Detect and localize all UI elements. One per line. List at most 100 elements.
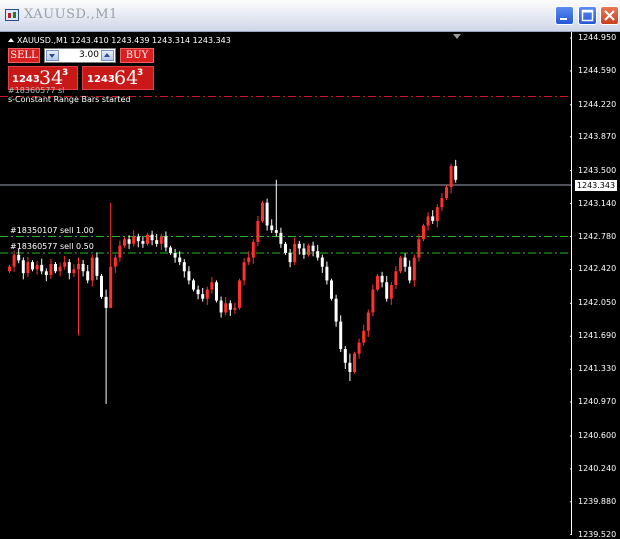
candle-body: [454, 166, 458, 180]
candle-body: [159, 236, 163, 244]
minimize-button[interactable]: [555, 6, 574, 25]
candle-body: [31, 262, 34, 270]
candle-body: [353, 353, 356, 372]
price-tick-label: 1243.140: [578, 198, 617, 208]
candle-body: [44, 271, 48, 275]
current-price-label: 1243.343: [575, 180, 617, 191]
price-tick-label: 1239.520: [578, 529, 617, 539]
candle-body: [210, 282, 214, 290]
candle-body: [408, 266, 412, 281]
lot-size-stepper[interactable]: 3.00: [44, 48, 116, 63]
price-axis[interactable]: 1244.950 1244.590 1244.220 1243.870 1243.500…: [572, 32, 620, 539]
candle-body: [445, 187, 448, 199]
candle-body: [339, 321, 343, 350]
price-tick-label: 1244.220: [578, 99, 617, 109]
candle-body: [118, 245, 122, 258]
bid-price-pips: 34: [39, 67, 64, 89]
candle-body: [40, 264, 44, 272]
candle-body: [284, 243, 287, 253]
candle-body: [394, 271, 398, 285]
candle-body: [399, 257, 402, 272]
candles: [8, 159, 458, 404]
candle-body: [72, 269, 76, 274]
candle-body: [403, 257, 407, 267]
candle-body: [293, 243, 297, 263]
candle-body: [362, 330, 366, 343]
sell-button[interactable]: SELL: [8, 48, 40, 63]
minimize-icon: [560, 18, 567, 20]
candle-body: [242, 262, 246, 281]
ask-price-fraction: 3: [137, 68, 144, 78]
candle-body: [265, 202, 269, 226]
candle-body: [12, 254, 16, 267]
candle-body: [366, 312, 370, 331]
maximize-button[interactable]: [578, 6, 597, 25]
candle-body: [49, 263, 53, 275]
lot-decrease-arrow-icon[interactable]: [46, 50, 59, 61]
candle-body: [100, 275, 103, 297]
candle-body: [261, 202, 264, 221]
sl-message-line: #18360577 sl: [8, 86, 65, 95]
candle-body: [169, 247, 172, 253]
chart-area[interactable]: XAUUSD.,M1 1243.410 1243.439 1243.314 12…: [0, 32, 620, 539]
chart-window-icon: [5, 9, 19, 21]
close-button[interactable]: [600, 6, 619, 25]
expert-message-line: s-Constant Range Bars started: [8, 95, 131, 104]
candle-body: [58, 266, 62, 272]
candle-body: [334, 298, 338, 322]
candle-body: [136, 236, 140, 242]
candle-body: [274, 230, 278, 233]
buy-button[interactable]: BUY: [120, 48, 154, 63]
candle-body: [150, 234, 154, 241]
price-tick-label: 1244.950: [578, 33, 617, 42]
candle-body: [288, 252, 292, 263]
candle-body: [205, 289, 209, 299]
candle-body: [104, 296, 108, 308]
candle-body: [279, 232, 283, 244]
candle-body: [123, 239, 126, 246]
candle-body: [132, 236, 136, 244]
candle-body: [389, 285, 393, 299]
price-tick-label: 1243.870: [578, 131, 617, 141]
candle-body: [164, 236, 168, 248]
lot-size-value[interactable]: 3.00: [61, 50, 99, 60]
price-tick-label: 1243.500: [578, 165, 617, 175]
chart-shift-marker[interactable]: [453, 34, 461, 39]
price-tick-label: 1241.690: [578, 331, 617, 341]
candle-body: [320, 257, 324, 267]
candle-body: [77, 263, 80, 270]
candle-body: [54, 263, 57, 272]
candle-body: [90, 257, 94, 281]
candle-body: [343, 349, 347, 363]
order-line-label: #18350107 sell 1.00: [10, 225, 94, 235]
price-tick-label: 1240.600: [578, 430, 617, 440]
price-tick-label: 1242.780: [578, 231, 617, 241]
lot-increase-arrow-icon[interactable]: [101, 50, 114, 61]
candle-body: [426, 216, 430, 226]
candle-body: [201, 294, 205, 299]
candle-body: [380, 275, 384, 283]
candle-body: [35, 264, 39, 270]
candle-body: [297, 243, 301, 249]
candle-body: [270, 225, 274, 231]
candle-body: [256, 220, 260, 243]
candle-body: [192, 280, 195, 290]
candle-body: [357, 342, 361, 354]
ask-price-box[interactable]: 1243 64 3: [82, 66, 154, 90]
candle-body: [95, 257, 99, 276]
candle-body: [63, 262, 67, 267]
candle-body: [67, 262, 71, 274]
candle-body: [178, 257, 182, 263]
candle-body: [182, 262, 186, 272]
candle-body: [196, 289, 200, 295]
candle-body: [371, 289, 375, 313]
price-tick-label: 1240.240: [578, 463, 617, 473]
candle-body: [86, 271, 90, 281]
candle-body: [325, 266, 329, 281]
candle-body: [228, 303, 232, 310]
candle-body: [422, 225, 425, 240]
price-chart[interactable]: [0, 32, 572, 535]
candle-body: [348, 362, 352, 372]
candle-body: [330, 280, 333, 299]
price-tick-label: 1241.330: [578, 364, 617, 374]
